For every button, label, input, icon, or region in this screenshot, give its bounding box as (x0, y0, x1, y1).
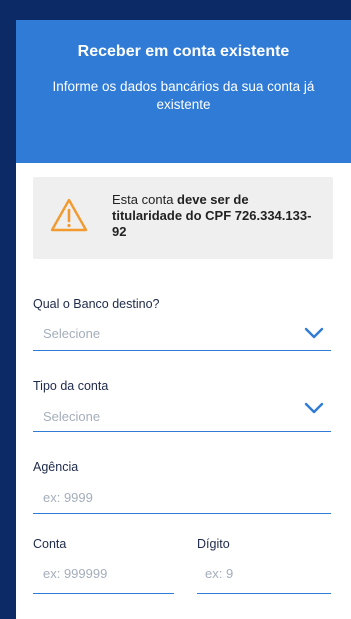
digit-label: Dígito (197, 537, 230, 551)
warning-triangle-icon (49, 197, 89, 233)
notice-text: Esta conta deve ser de titularidade do C… (112, 192, 317, 240)
digit-input-underline (197, 593, 331, 594)
notice-text-prefix: Esta conta (112, 192, 178, 207)
account-input-placeholder[interactable]: ex: 999999 (43, 566, 107, 581)
chevron-down-icon[interactable] (304, 401, 324, 415)
bank-select-underline (33, 350, 331, 351)
account-type-label: Tipo da conta (33, 379, 109, 393)
page-title: Receber em conta existente (77, 43, 290, 60)
form-card: Receber em conta existente Informe os da… (16, 20, 351, 619)
account-type-select-underline (33, 431, 331, 432)
bank-select-value[interactable]: Selecione (43, 326, 100, 341)
header: Receber em conta existente Informe os da… (16, 20, 351, 163)
account-input-underline (33, 593, 174, 594)
digit-input-placeholder[interactable]: ex: 9 (205, 566, 233, 581)
account-label: Conta (33, 537, 67, 551)
bank-label: Qual o Banco destino? (33, 297, 160, 311)
ownership-notice: Esta conta deve ser de titularidade do C… (33, 177, 333, 259)
agency-input-underline (33, 513, 331, 514)
agency-input-placeholder[interactable]: ex: 9999 (43, 490, 93, 505)
page-subtitle: Informe os dados bancários da sua conta … (52, 79, 315, 112)
agency-label: Agência (33, 460, 79, 474)
account-type-select-value[interactable]: Selecione (43, 409, 100, 424)
chevron-down-icon[interactable] (304, 326, 324, 340)
